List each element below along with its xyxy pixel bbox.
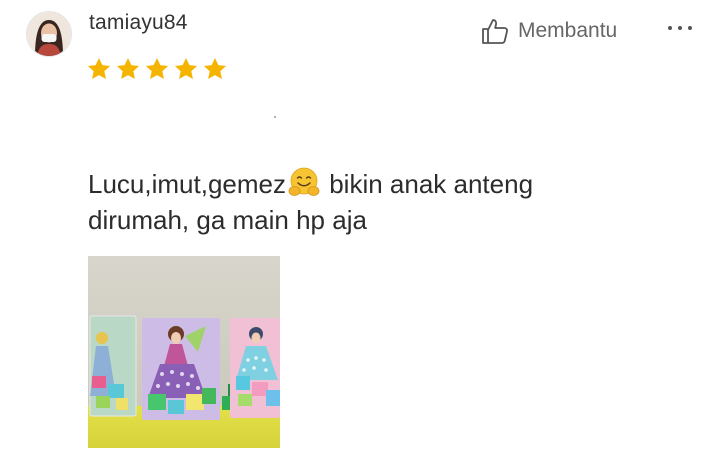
star-icon [116,57,140,79]
more-options-button[interactable] [668,16,692,40]
review-text-part: Lucu,imut,gemez [88,169,286,199]
star-icon [174,57,198,79]
more-horizontal-icon [688,26,692,30]
more-horizontal-icon [678,26,682,30]
username[interactable]: tamiayu84 [89,11,188,35]
helpful-button[interactable]: Membantu [480,16,617,46]
star-icon [87,57,111,79]
rating-stars [86,56,228,82]
more-horizontal-icon [668,26,672,30]
star-icon [145,57,169,79]
hugging-face-emoji [288,167,320,196]
thumbs-up-icon [482,19,508,44]
star-icon [203,57,227,79]
helpful-label: Membantu [518,19,618,42]
review-text-part: bikin anak anteng [321,169,534,199]
review-photo[interactable] [88,256,280,448]
divider-speck [274,116,276,118]
user-avatar[interactable] [26,11,72,57]
review-text: Lucu,imut,gemez bikin anak anteng diruma… [88,166,628,238]
review-text-line: dirumah, ga main hp aja [88,205,367,235]
